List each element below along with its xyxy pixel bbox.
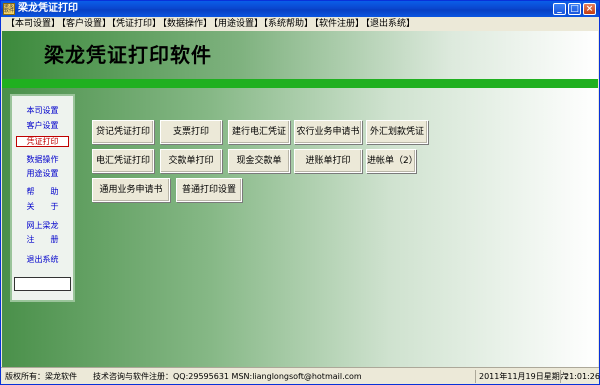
- credit-voucher-print-button[interactable]: 贷记凭证打印: [92, 120, 154, 144]
- cash-deposit-slip-button[interactable]: 现金交款单: [228, 149, 290, 173]
- sidebar-item-about[interactable]: 关 于: [12, 202, 73, 212]
- sidebar-item-voucher-print[interactable]: 凭证打印: [16, 136, 69, 147]
- payment-slip-print-button[interactable]: 交款单打印: [160, 149, 222, 173]
- sidebar-item-exit[interactable]: 退出系统: [12, 255, 73, 265]
- menu-software-register[interactable]: 【软件注册】: [310, 18, 364, 30]
- sidebar-item-help[interactable]: 帮 助: [12, 187, 73, 197]
- sidebar-input[interactable]: [14, 277, 71, 291]
- close-button[interactable]: ×: [583, 3, 596, 15]
- deposit-slip-print-button[interactable]: 进账单打印: [294, 149, 362, 173]
- main-panel: 本司设置 客户设置 凭证打印 数据操作 用途设置 帮 助 关 于 网上梁龙 注 …: [2, 88, 598, 367]
- forex-transfer-voucher-button[interactable]: 外汇划款凭证: [366, 120, 428, 144]
- check-print-button[interactable]: 支票打印: [160, 120, 222, 144]
- page-title: 梁龙凭证打印软件: [44, 43, 212, 67]
- sidebar-item-company-settings[interactable]: 本司设置: [12, 106, 73, 116]
- sidebar-item-data-operations[interactable]: 数据操作: [12, 155, 73, 165]
- abc-business-application-button[interactable]: 农行业务申请书: [294, 120, 362, 144]
- menu-usage-settings[interactable]: 【用途设置】: [209, 18, 263, 30]
- sidebar-item-online[interactable]: 网上梁龙: [12, 221, 73, 231]
- header-divider: [2, 79, 598, 88]
- window-title: 梁龙凭证打印: [18, 3, 78, 14]
- general-business-application-button[interactable]: 通用业务申请书: [92, 178, 170, 202]
- sidebar-item-customer-settings[interactable]: 客户设置: [12, 121, 73, 131]
- status-date: 2011年11月19日星期六: [479, 372, 568, 381]
- menu-company-settings[interactable]: 【本司设置】: [6, 18, 60, 30]
- status-copyright: 版权所有：梁龙软件 技术咨询与软件注册：QQ:29595631 MSN:lian…: [5, 372, 362, 381]
- menu-customer-settings[interactable]: 【客户设置】: [57, 18, 111, 30]
- header-banner: 梁龙凭证打印软件: [2, 31, 598, 79]
- app-icon[interactable]: 梁龙软件: [3, 3, 15, 15]
- status-time: 21:01:26: [564, 372, 600, 381]
- sidebar-item-register[interactable]: 注 册: [12, 235, 73, 245]
- title-bar[interactable]: 梁龙软件 梁龙凭证打印 _ □ ×: [1, 1, 599, 17]
- sidebar: 本司设置 客户设置 凭证打印 数据操作 用途设置 帮 助 关 于 网上梁龙 注 …: [10, 94, 75, 302]
- status-bar: 版权所有：梁龙软件 技术咨询与软件注册：QQ:29595631 MSN:lian…: [1, 367, 600, 384]
- minimize-button[interactable]: _: [553, 3, 566, 15]
- sidebar-item-usage-settings[interactable]: 用途设置: [12, 169, 73, 179]
- status-divider: [560, 370, 561, 383]
- app-window: 梁龙软件 梁龙凭证打印 _ □ × 【本司设置】 【客户设置】 【凭证打印】 【…: [0, 0, 600, 385]
- general-print-settings-button[interactable]: 普通打印设置: [176, 178, 242, 202]
- wire-voucher-print-button[interactable]: 电汇凭证打印: [92, 149, 154, 173]
- menu-voucher-print[interactable]: 【凭证打印】: [107, 18, 161, 30]
- deposit-slip-2-button[interactable]: 进帐单（2）: [366, 149, 418, 173]
- menu-bar: 【本司设置】 【客户设置】 【凭证打印】 【数据操作】 【用途设置】 【系统帮助…: [1, 17, 599, 31]
- maximize-button[interactable]: □: [568, 3, 581, 15]
- menu-exit-system[interactable]: 【退出系统】: [361, 18, 415, 30]
- ccb-wire-voucher-button[interactable]: 建行电汇凭证: [228, 120, 290, 144]
- menu-data-operations[interactable]: 【数据操作】: [158, 18, 212, 30]
- menu-system-help[interactable]: 【系统帮助】: [259, 18, 313, 30]
- status-divider: [475, 370, 476, 383]
